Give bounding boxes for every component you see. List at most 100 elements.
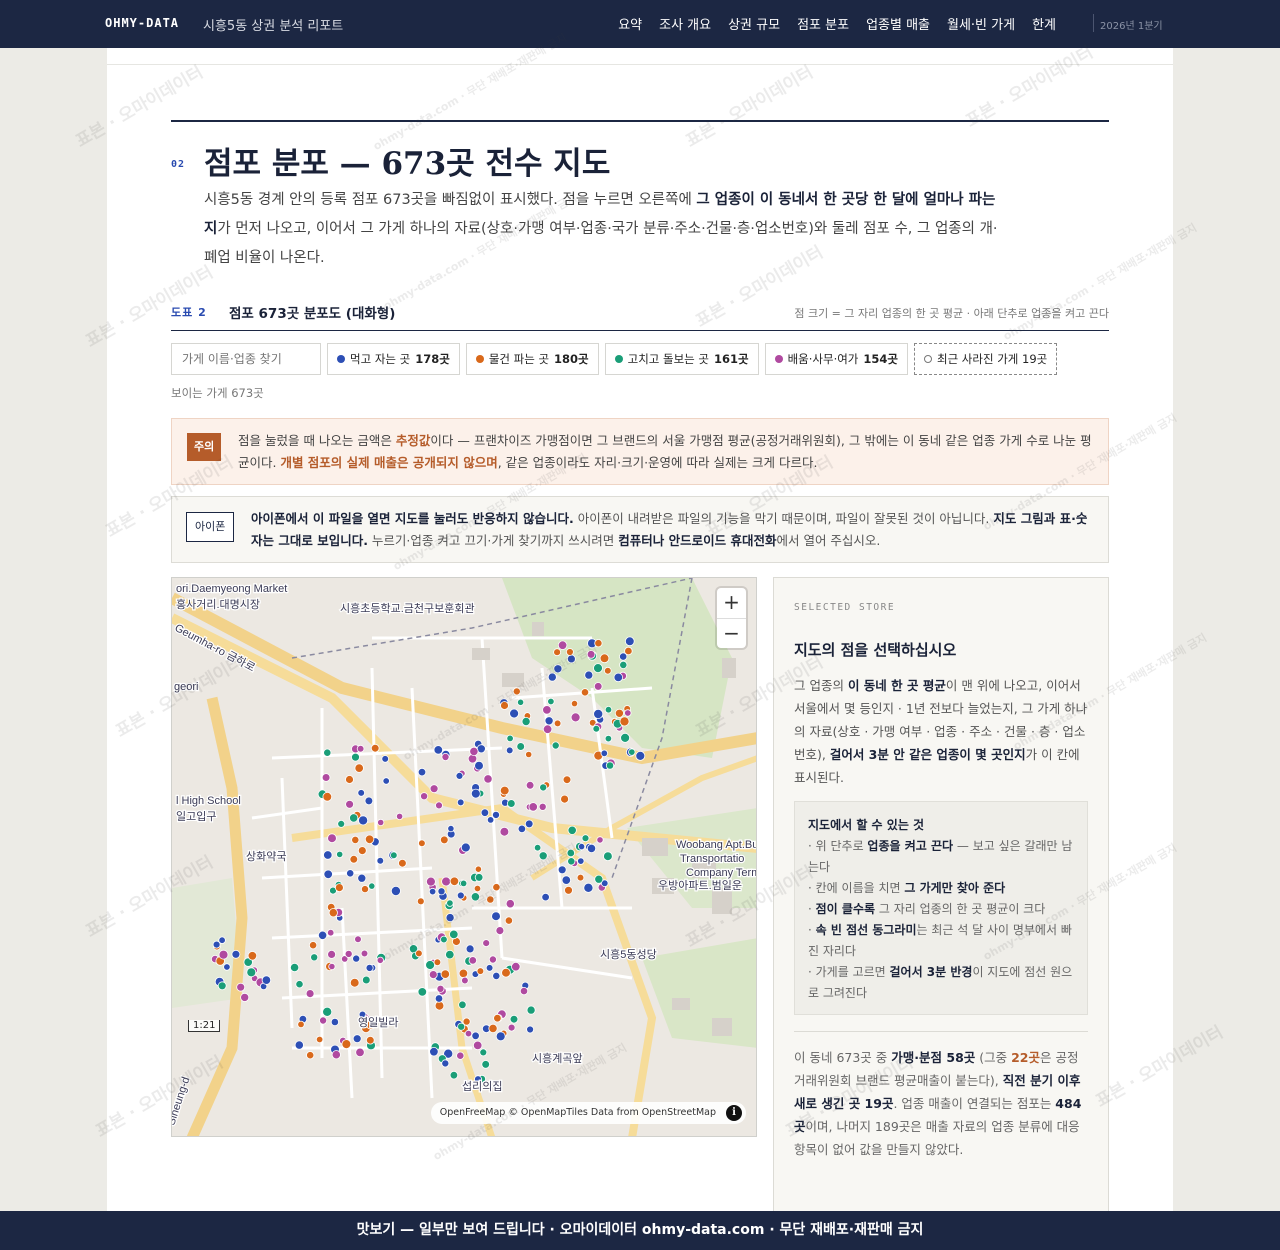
store-marker[interactable] <box>456 891 465 900</box>
store-marker[interactable] <box>290 962 300 973</box>
store-marker[interactable] <box>297 1020 305 1029</box>
store-marker[interactable] <box>491 810 500 819</box>
store-marker[interactable] <box>446 899 454 907</box>
store-marker[interactable] <box>294 1040 304 1050</box>
store-marker[interactable] <box>218 949 229 960</box>
store-marker[interactable] <box>261 975 272 985</box>
store-marker[interactable] <box>469 746 479 756</box>
store-marker[interactable] <box>488 955 497 964</box>
store-marker[interactable] <box>315 1035 324 1044</box>
store-marker[interactable] <box>364 834 375 845</box>
store-marker[interactable] <box>521 716 531 726</box>
store-marker[interactable] <box>425 960 436 970</box>
store-marker[interactable] <box>417 987 428 997</box>
store-marker[interactable] <box>553 664 563 674</box>
store-marker[interactable] <box>604 734 613 743</box>
store-marker[interactable] <box>624 709 632 717</box>
store-marker[interactable] <box>603 851 613 862</box>
store-marker[interactable] <box>544 716 554 726</box>
store-marker[interactable] <box>473 884 482 893</box>
store-marker[interactable] <box>557 865 567 875</box>
store-marker[interactable] <box>344 949 353 958</box>
filter-chip-closed[interactable]: 최근 사라진 가게 19곳 <box>913 343 1058 375</box>
store-marker[interactable] <box>366 1035 375 1045</box>
store-marker[interactable] <box>351 752 360 762</box>
store-marker[interactable] <box>624 636 635 647</box>
store-marker[interactable] <box>357 789 366 797</box>
store-marker[interactable] <box>619 716 630 727</box>
store-marker[interactable] <box>576 873 585 882</box>
store-marker[interactable] <box>465 944 475 954</box>
store-marker[interactable] <box>493 1014 502 1023</box>
store-marker[interactable] <box>516 698 525 706</box>
store-marker[interactable] <box>600 749 608 757</box>
store-marker[interactable] <box>360 885 369 894</box>
store-marker[interactable] <box>583 882 594 893</box>
store-marker[interactable] <box>447 825 455 833</box>
store-marker[interactable] <box>455 771 464 780</box>
store-marker[interactable] <box>334 883 344 893</box>
store-marker[interactable] <box>628 748 636 756</box>
store-marker[interactable] <box>358 815 369 826</box>
store-marker[interactable] <box>526 1005 536 1015</box>
store-marker[interactable] <box>528 802 538 812</box>
store-marker[interactable] <box>538 851 548 861</box>
store-marker[interactable] <box>212 940 221 949</box>
store-marker[interactable] <box>337 819 346 828</box>
store-marker[interactable] <box>428 970 438 980</box>
store-marker[interactable] <box>223 963 231 971</box>
store-marker[interactable] <box>435 801 443 810</box>
store-marker[interactable] <box>376 856 385 865</box>
store-marker[interactable] <box>620 732 631 743</box>
store-marker[interactable] <box>474 760 484 771</box>
store-marker[interactable] <box>458 1000 467 1009</box>
store-marker[interactable] <box>457 1022 466 1031</box>
store-marker[interactable] <box>396 812 404 820</box>
store-marker[interactable] <box>593 708 604 719</box>
store-marker[interactable] <box>318 930 328 940</box>
store-marker[interactable] <box>542 705 552 715</box>
store-marker[interactable] <box>357 873 367 883</box>
store-marker[interactable] <box>501 967 511 978</box>
nav-link-summary[interactable]: 요약 <box>618 14 642 33</box>
store-marker[interactable] <box>381 755 390 763</box>
store-marker[interactable] <box>441 876 452 887</box>
nav-link-overview[interactable]: 조사 개요 <box>659 14 711 33</box>
store-marker[interactable] <box>474 873 484 882</box>
store-marker[interactable] <box>509 1014 519 1024</box>
store-marker[interactable] <box>584 670 594 680</box>
nav-link-limits[interactable]: 한계 <box>1032 14 1056 33</box>
store-marker[interactable] <box>541 892 550 902</box>
store-marker[interactable] <box>445 913 455 923</box>
store-marker[interactable] <box>327 949 337 959</box>
store-marker[interactable] <box>365 963 374 972</box>
store-marker[interactable] <box>364 796 374 806</box>
store-marker[interactable] <box>328 962 336 971</box>
store-marker[interactable] <box>354 935 362 944</box>
store-marker[interactable] <box>542 724 553 734</box>
store-marker[interactable] <box>483 774 493 784</box>
store-marker[interactable] <box>495 1031 506 1042</box>
store-marker[interactable] <box>461 976 469 985</box>
store-marker[interactable] <box>415 949 423 958</box>
store-marker[interactable] <box>417 767 427 777</box>
nav-link-market-size[interactable]: 상권 규모 <box>728 14 780 33</box>
store-marker[interactable] <box>310 953 319 962</box>
store-marker[interactable] <box>368 882 376 890</box>
store-marker[interactable] <box>495 926 505 936</box>
store-marker[interactable] <box>356 744 365 753</box>
store-marker[interactable] <box>305 989 315 999</box>
store-marker[interactable] <box>570 712 581 723</box>
store-marker[interactable] <box>362 975 371 985</box>
store-marker[interactable] <box>525 781 535 790</box>
store-marker[interactable] <box>390 851 398 860</box>
store-marker[interactable] <box>352 1034 362 1044</box>
brand-logo[interactable]: OHMY-DATA <box>105 16 179 30</box>
store-marker[interactable] <box>321 773 331 782</box>
store-marker[interactable] <box>538 802 547 811</box>
store-marker[interactable] <box>331 1050 341 1060</box>
store-marker[interactable] <box>526 1025 535 1034</box>
store-marker[interactable] <box>592 725 601 733</box>
store-marker[interactable] <box>557 640 568 650</box>
store-marker[interactable] <box>599 653 610 664</box>
